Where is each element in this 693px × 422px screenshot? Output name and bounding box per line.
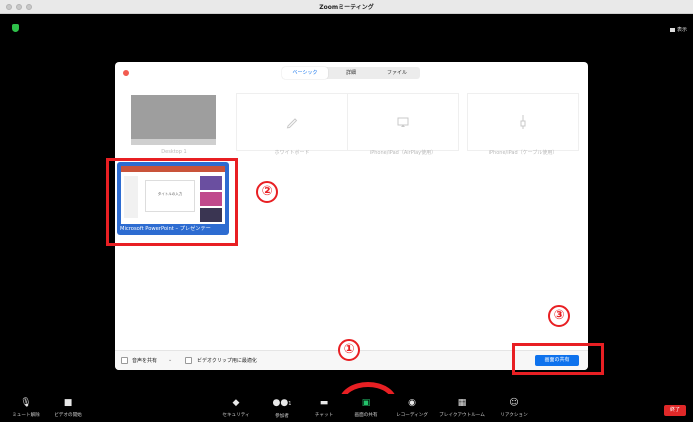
source-label: Desktop 1 [161, 149, 187, 155]
shield-icon[interactable] [12, 24, 19, 32]
taskbar-strip [131, 139, 216, 145]
record-button[interactable]: ◉ レコーディング [392, 398, 432, 418]
microphone-muted-icon: 🎙 [20, 398, 32, 408]
share-tabs: ベーシック 詳細 ファイル [282, 67, 420, 79]
annotation-number-2: ② [256, 181, 278, 203]
tab-basic[interactable]: ベーシック [282, 67, 328, 79]
annotation-box-3 [512, 343, 604, 375]
share-audio-label: 音声を共有 [132, 358, 158, 364]
chat-button[interactable]: ▬ チャット [304, 398, 344, 418]
security-button[interactable]: ◆ セキュリティ [216, 398, 256, 418]
zoom-meeting-window: Zoomミーティング 表示 ベーシック 詳細 ファイル Desktop 1 ホワ… [0, 0, 693, 422]
optimize-video-checkbox[interactable] [185, 357, 192, 364]
participants-icon: ●●1 [272, 398, 292, 408]
airplay-box [347, 93, 459, 151]
source-iphone-cable[interactable]: iPhone/iPad（ケーブル使用） [467, 93, 579, 157]
annotation-number-1: ① [338, 339, 360, 361]
cable-box [467, 93, 579, 151]
annotation-number-3: ③ [548, 305, 570, 327]
participants-count: 1 [288, 401, 292, 407]
source-label: iPhone/iPad（AirPlay使用） [369, 150, 437, 156]
view-label: 表示 [676, 27, 687, 33]
share-screen-toolbar-button[interactable]: ▣ 画面の共有 [346, 398, 386, 418]
reactions-label: リアクション [500, 413, 528, 418]
whiteboard-box [236, 93, 348, 151]
annotation-box-2 [106, 158, 238, 246]
share-screen-toolbar-label: 画面の共有 [354, 413, 378, 418]
chat-label: チャット [314, 413, 334, 418]
reactions-icon: ☺ [509, 398, 519, 408]
chevron-down-icon[interactable]: ⌄ [168, 357, 172, 363]
record-icon: ◉ [408, 398, 416, 408]
chat-icon: ▬ [319, 398, 329, 408]
share-audio-checkbox[interactable] [121, 357, 128, 364]
video-off-icon: ■ [63, 398, 73, 408]
close-dialog-button[interactable] [123, 70, 129, 76]
breakout-rooms-button[interactable]: ▦ ブレイクアウトルーム [436, 398, 488, 418]
share-screen-icon: ▣ [361, 398, 371, 408]
title-bar: Zoomミーティング [0, 0, 693, 14]
security-label: セキュリティ [222, 413, 250, 418]
start-video-label: ビデオの開始 [54, 413, 82, 418]
breakout-rooms-label: ブレイクアウトルーム [439, 413, 485, 418]
tab-advanced[interactable]: 詳細 [328, 67, 374, 79]
source-label: iPhone/iPad（ケーブル使用） [488, 150, 558, 156]
shield-icon: ◆ [232, 398, 240, 408]
source-whiteboard[interactable]: ホワイトボード [236, 93, 348, 157]
record-label: レコーディング [396, 413, 428, 418]
reactions-button[interactable]: ☺ リアクション [494, 398, 534, 418]
participants-button[interactable]: ●●1 参加者 [262, 398, 302, 419]
airplay-icon [397, 117, 409, 127]
view-button[interactable]: 表示 [669, 26, 687, 33]
start-video-button[interactable]: ■ ビデオの開始 [48, 398, 88, 418]
grid-view-icon [669, 27, 675, 32]
participants-label: 参加者 [275, 414, 289, 419]
breakout-rooms-icon: ▦ [457, 398, 467, 408]
optimize-video-label: ビデオクリップ用に最適化 [197, 358, 257, 364]
source-label: ホワイトボード [274, 150, 310, 156]
cable-icon [520, 115, 526, 129]
window-title: Zoomミーティング [319, 4, 374, 11]
tab-files[interactable]: ファイル [374, 67, 420, 79]
end-meeting-button[interactable]: 終了 [664, 405, 686, 416]
unmute-label: ミュート解除 [12, 413, 40, 418]
unmute-button[interactable]: 🎙 ミュート解除 [6, 398, 46, 418]
pencil-icon [286, 118, 298, 129]
desktop-thumbnail [131, 95, 216, 145]
source-iphone-airplay[interactable]: iPhone/iPad（AirPlay使用） [347, 93, 459, 157]
